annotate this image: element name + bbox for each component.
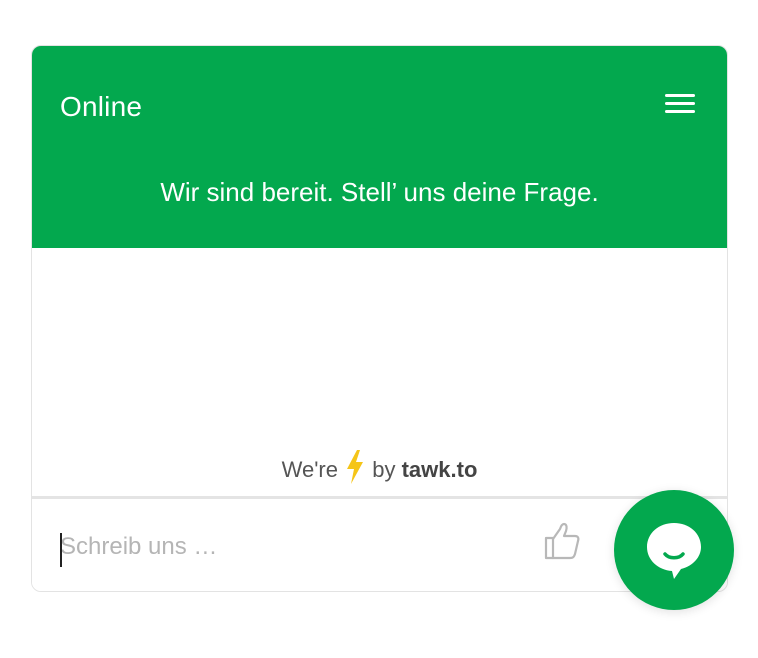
hamburger-line <box>665 102 695 105</box>
branding-prefix: We're <box>281 457 338 482</box>
thumbs-up-button[interactable] <box>542 521 582 561</box>
text-caret <box>60 533 62 567</box>
page: Online Wir sind bereit. Stell’ uns deine… <box>0 0 758 658</box>
thumbs-up-icon <box>542 522 582 565</box>
chat-launcher-button[interactable] <box>614 490 734 610</box>
greeting-message: Wir sind bereit. Stell’ uns deine Frage. <box>160 177 599 207</box>
powered-by-branding[interactable]: We're by tawk.to <box>32 450 727 492</box>
chat-widget: Online Wir sind bereit. Stell’ uns deine… <box>31 45 728 592</box>
menu-button[interactable] <box>665 92 697 118</box>
lightning-bolt-icon <box>346 450 364 492</box>
hamburger-line <box>665 110 695 113</box>
chat-header: Online Wir sind bereit. Stell’ uns deine… <box>32 46 727 248</box>
message-input[interactable] <box>60 525 500 569</box>
status-title: Online <box>60 91 143 122</box>
branding-middle: by <box>372 457 396 482</box>
brand-name[interactable]: tawk.to <box>402 457 478 482</box>
hamburger-menu-icon <box>665 94 695 97</box>
